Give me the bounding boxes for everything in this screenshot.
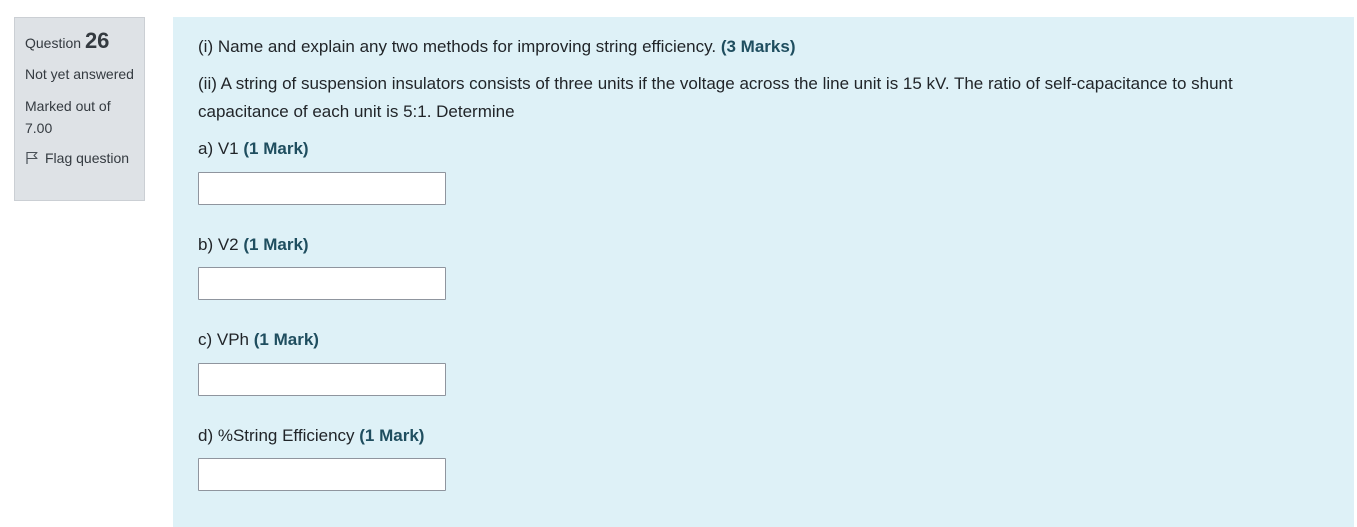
question-part-1: (i) Name and explain any two methods for…: [198, 33, 1304, 61]
subpart-label: b) V2: [198, 235, 239, 254]
answer-input-c[interactable]: [198, 363, 446, 396]
answer-input-d[interactable]: [198, 458, 446, 491]
question-number: 26: [84, 28, 110, 53]
question-number-heading: Question 26: [25, 28, 134, 56]
question-label: Question: [25, 35, 82, 51]
subpart-marks: (1 Mark): [253, 330, 319, 349]
subpart-b-label: b) V2 (1 Mark): [198, 233, 309, 257]
question-grade: Marked out of 7.00: [25, 98, 111, 136]
subpart-d-label: d) %String Efficiency (1 Mark): [198, 424, 424, 448]
subpart-label: a) V1: [198, 139, 239, 158]
flag-question-button[interactable]: Flag question: [25, 149, 134, 167]
subpart-a-label: a) V1 (1 Mark): [198, 137, 309, 161]
subpart-marks: (1 Mark): [243, 235, 309, 254]
subpart-marks: (1 Mark): [359, 426, 425, 445]
question-part-1-text: (i) Name and explain any two methods for…: [198, 37, 717, 56]
flag-question-label: Flag question: [45, 150, 130, 166]
subpart-label: d) %String Efficiency: [198, 426, 355, 445]
question-state: Not yet answered: [25, 66, 134, 82]
question-part-1-marks: (3 Marks): [720, 37, 796, 56]
answer-input-b[interactable]: [198, 267, 446, 300]
question-info-panel: Question 26 Not yet answered Marked out …: [14, 17, 145, 201]
subpart-marks: (1 Mark): [243, 139, 309, 158]
flag-icon: [26, 151, 38, 164]
subpart-c-label: c) VPh (1 Mark): [198, 328, 319, 352]
subpart-label: c) VPh: [198, 330, 250, 349]
answer-input-a[interactable]: [198, 172, 446, 205]
question-part-2: (ii) A string of suspension insulators c…: [198, 74, 1233, 121]
question-content: (i) Name and explain any two methods for…: [173, 17, 1354, 527]
